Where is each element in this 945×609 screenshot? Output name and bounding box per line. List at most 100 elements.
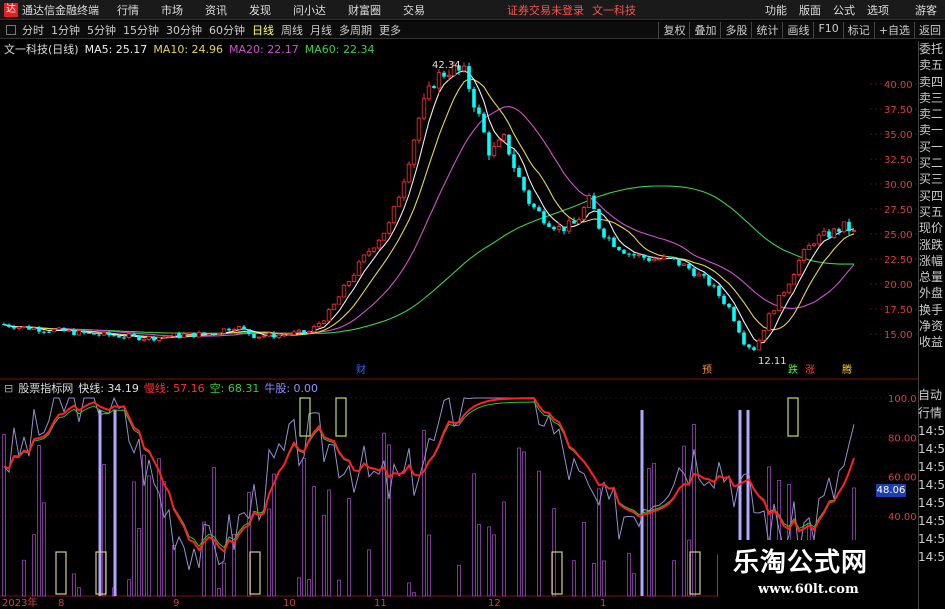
candle-body-up	[156, 337, 162, 341]
price-axis-label: 40.00	[884, 80, 913, 91]
quote-label: 净资	[919, 319, 944, 334]
candle-body-up	[446, 74, 452, 78]
indicator-bar	[492, 534, 496, 597]
candle-body-down	[532, 203, 536, 208]
candle-body-up	[501, 134, 507, 141]
indicator-bar	[132, 481, 136, 597]
price-axis-label: 22.50	[884, 255, 913, 266]
candle-body-down	[432, 86, 436, 88]
candle-body-up	[766, 313, 772, 331]
guest-button[interactable]: 游客	[915, 2, 937, 18]
indicator-bar	[487, 526, 491, 597]
candle-body-down	[132, 333, 136, 336]
indicator-bar	[77, 587, 81, 597]
candle-body-up	[586, 195, 592, 208]
indicator-bar	[412, 592, 416, 597]
indicator-bar	[322, 514, 326, 597]
site-watermark: 乐淘公式网 www.60lt.com	[718, 540, 918, 609]
candle-body-down	[722, 295, 726, 304]
candle-body-up	[291, 331, 297, 336]
candle-body-up	[386, 222, 392, 234]
bottom-signal-box	[55, 551, 67, 595]
mark-soar[interactable]: 腾	[842, 363, 852, 376]
indicator-side-label[interactable]: 行情	[918, 404, 945, 422]
indicator-bar	[582, 522, 586, 597]
candle-body-up	[426, 85, 432, 100]
candle-body-down	[112, 335, 116, 337]
indicator-bar	[212, 467, 216, 597]
candle-body-up	[576, 218, 582, 225]
candle-body-up	[146, 336, 152, 340]
candle-body-up	[391, 205, 397, 224]
candle-body-up	[821, 230, 827, 236]
indicator-bar	[162, 481, 166, 597]
watermark-title: 乐淘公式网	[733, 548, 869, 578]
indicator-bar	[517, 447, 521, 597]
candle-body-down	[97, 334, 101, 336]
candle-body-down	[227, 328, 231, 331]
candle-body-down	[612, 237, 616, 247]
tool-back[interactable]: 返回	[914, 21, 945, 38]
candle-body-up	[196, 331, 202, 338]
bull-signal-bar	[98, 410, 102, 596]
kline-chart[interactable]: 40.00 37.50 35.00 32.50 30.00 27.50 25.00 22.50…	[0, 0, 918, 609]
candle-body-up	[496, 139, 502, 148]
quote-label: 现价	[919, 221, 944, 236]
candle-body-down	[732, 307, 736, 322]
candle-body-down	[617, 246, 621, 251]
candle-body-down	[272, 333, 276, 338]
candle-body-up	[786, 283, 792, 294]
indicator-side-label[interactable]: 自动	[918, 386, 945, 404]
indicator-bar	[147, 475, 151, 597]
low-price-label: 12.11	[758, 356, 787, 367]
date-label-oct: 10	[283, 598, 296, 609]
mark-fall[interactable]: 跌	[788, 363, 798, 376]
indicator-side-label: 14:50	[918, 514, 945, 528]
candle-body-up	[461, 65, 467, 71]
indicator-side-label: 14:50	[918, 478, 945, 492]
quote-label: 卖三	[919, 90, 944, 105]
indicator-bar	[302, 457, 306, 597]
indicator-bar	[127, 579, 131, 597]
mark-forecast[interactable]: 预	[702, 364, 712, 376]
quote-label: 卖五	[919, 58, 944, 73]
candle-body-up	[141, 338, 147, 341]
candle-body-down	[667, 256, 671, 258]
candle-body-down	[302, 330, 306, 333]
candle-body-down	[467, 66, 471, 89]
candle-body-up	[181, 333, 187, 338]
candle-body-up	[696, 273, 702, 277]
quote-label: 卖二	[919, 107, 944, 122]
ma60-line	[3, 185, 854, 334]
ma5-line	[3, 70, 855, 344]
candle-body-up	[566, 220, 572, 232]
candle-body-up	[436, 72, 442, 89]
candle-body-up	[261, 335, 267, 338]
candle-body-down	[527, 190, 531, 204]
indicator-collapse-icon[interactable]: ⊟	[4, 382, 13, 395]
indicator-bar	[217, 588, 221, 597]
indicator-bar	[37, 445, 41, 597]
candle-body-up	[771, 310, 777, 315]
mark-rise[interactable]: 涨	[805, 364, 815, 376]
indicator-name[interactable]: 股票指标网	[18, 380, 73, 396]
candle-body-up	[321, 320, 327, 324]
candle-body-up	[316, 322, 322, 327]
candle-body-up	[816, 234, 822, 245]
quote-label: 涨跌	[919, 237, 944, 252]
indicator-bar	[22, 559, 26, 597]
candle-body-up	[171, 332, 177, 337]
candle-body-up	[656, 258, 662, 261]
date-label-nov: 11	[374, 598, 387, 609]
slow-line	[3, 397, 855, 553]
candle-body-up	[216, 332, 222, 335]
candle-body-up	[351, 274, 357, 282]
candle-body-up	[76, 330, 82, 336]
candle-body-down	[642, 254, 646, 258]
candle-body-down	[547, 223, 551, 227]
candle-body-up	[801, 249, 807, 261]
candle-body-up	[361, 254, 367, 263]
candle-body-down	[677, 258, 681, 266]
mark-finance[interactable]: 财	[356, 363, 366, 376]
candle-body-up	[781, 292, 787, 296]
